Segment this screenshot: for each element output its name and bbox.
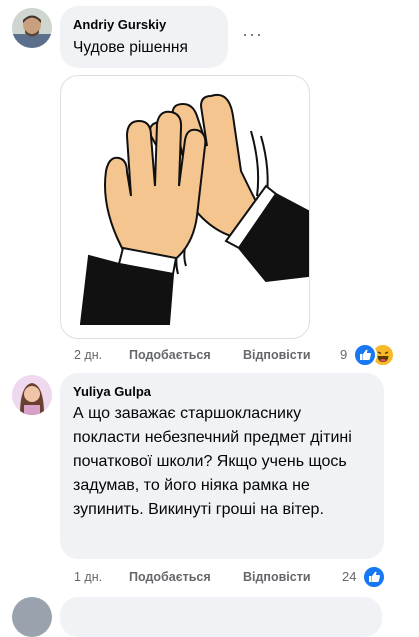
reaction-count: 9 [340, 347, 348, 362]
comment-text: А що заважає старшокласнику покласти неб… [73, 405, 352, 518]
clapping-hands-icon [79, 94, 309, 325]
comment-timestamp[interactable]: 1 дн. [74, 570, 102, 584]
like-icon [362, 565, 386, 589]
like-icon [353, 343, 377, 367]
reply-button[interactable]: Відповісти [243, 570, 311, 584]
comment-timestamp[interactable]: 2 дн. [74, 348, 102, 362]
comment-author[interactable]: Yuliya Gulpa [73, 384, 151, 399]
comment-bubble: Yuliya Gulpa А що заважає старшокласнику… [60, 373, 384, 559]
like-button[interactable]: Подобається [129, 348, 211, 362]
like-button[interactable]: Подобається [129, 570, 211, 584]
more-options-icon[interactable]: ··· [242, 24, 263, 45]
avatar[interactable] [12, 375, 52, 415]
comment-text: Чудове рішення [73, 39, 188, 56]
reaction-count: 24 [342, 569, 357, 584]
reply-button[interactable]: Відповісти [243, 348, 311, 362]
sticker-clapping-hands [60, 75, 310, 339]
avatar[interactable] [12, 597, 52, 637]
comment-bubble [60, 597, 382, 637]
avatar[interactable] [12, 8, 52, 48]
comment-author[interactable]: Andriy Gurskiy [73, 17, 166, 32]
comment-bubble: Andriy Gurskiy Чудове рішення [60, 6, 228, 68]
